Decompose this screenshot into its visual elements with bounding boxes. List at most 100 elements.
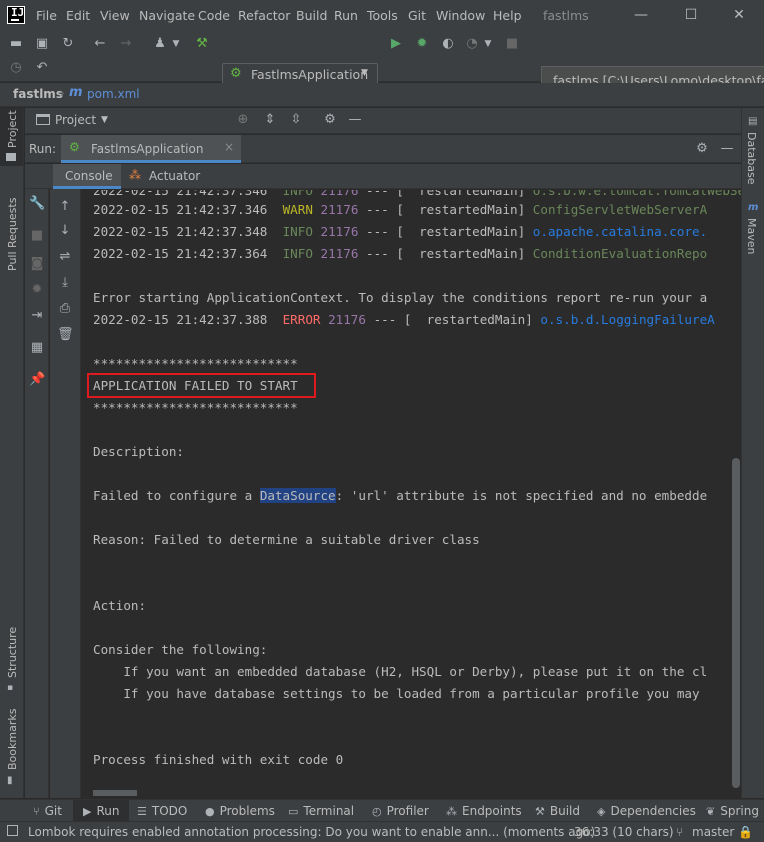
tool-tab-git[interactable]: ⑂ Git [33, 804, 62, 818]
console-tab-bar: Console ⁂ Actuator [25, 164, 741, 189]
tool-tab-run[interactable]: ▶ Run [83, 804, 119, 818]
toggle-panels-icon[interactable] [7, 825, 18, 836]
project-view-selector[interactable]: Project [55, 113, 96, 127]
stop-icon[interactable]: ■ [29, 228, 45, 244]
rollback-icon[interactable]: ↶ [34, 60, 50, 76]
menu-refactor[interactable]: Refactor [238, 8, 290, 23]
debug-bug-icon[interactable]: ✹ [29, 282, 45, 298]
breadcrumb-project[interactable]: fastlms [13, 87, 63, 101]
menu-edit[interactable]: Edit [66, 8, 90, 23]
layout-icon[interactable]: ▦ [29, 340, 45, 356]
menu-navigate[interactable]: Navigate [139, 8, 195, 23]
lock-icon[interactable]: 🔒 [738, 825, 753, 839]
profile-icon[interactable]: ◔ [464, 36, 480, 52]
back-icon[interactable]: ← [92, 36, 108, 52]
left-tool-stripe: Project Pull Requests Structure ▪ Bookma… [0, 108, 24, 798]
tool-tab-spring[interactable]: ❦ Spring [706, 804, 759, 818]
soft-wrap-icon[interactable]: ⇌ [57, 249, 73, 265]
structure-icon: ▪ [7, 683, 14, 693]
git-branch[interactable]: master [692, 825, 734, 839]
tool-tab-endpoints[interactable]: ⁂ Endpoints [446, 804, 522, 818]
save-icon[interactable]: ▣ [34, 36, 50, 52]
tab-fastlms-application[interactable]: ⚙ FastlmsApplication × [61, 135, 241, 163]
endpoints-icon: ⁂ [446, 805, 457, 818]
hide-panel-icon[interactable]: — [719, 141, 735, 157]
maven-stripe-button[interactable]: m Maven [742, 200, 764, 260]
tab-actuator[interactable]: Actuator [149, 169, 200, 183]
menu-help[interactable]: Help [493, 8, 522, 23]
exit-icon[interactable]: ⇥ [29, 308, 45, 324]
build-hammer-icon[interactable]: ⚒ [194, 36, 210, 52]
clear-all-icon[interactable]: 🗑 [57, 327, 74, 343]
menu-file[interactable]: File [36, 8, 57, 23]
action-label: Action: [93, 598, 147, 613]
more-run-dropdown-icon[interactable]: ▼ [480, 36, 496, 52]
settings-gear-icon[interactable]: ⚙ [694, 141, 710, 157]
user-icon[interactable]: ♟ [152, 36, 168, 52]
bookmark-icon: ▮ [7, 775, 13, 786]
spring-icon: ❦ [706, 805, 716, 818]
tool-tab-todo[interactable]: ☰ TODO [137, 804, 187, 818]
window-title: fastlms [543, 8, 589, 23]
run-icon[interactable]: ▶ [388, 36, 404, 52]
profiler-icon: ◴ [372, 805, 382, 818]
tool-tab-terminal[interactable]: ▭ Terminal [288, 804, 354, 818]
run-config-selector[interactable]: ⚙ FastlmsApplication ▼ [222, 63, 378, 85]
menu-window[interactable]: Window [436, 8, 485, 23]
menu-code[interactable]: Code [198, 8, 230, 23]
collapse-all-icon[interactable]: ⇳ [288, 112, 304, 128]
chevron-down-icon[interactable]: ▼ [101, 115, 108, 125]
menu-view[interactable]: View [100, 8, 130, 23]
horizontal-scrollbar[interactable] [93, 790, 137, 796]
menu-run[interactable]: Run [334, 8, 358, 23]
forward-icon[interactable]: → [118, 36, 134, 52]
history-icon[interactable]: ◷ [8, 60, 24, 76]
open-folder-icon[interactable]: ▬ [8, 36, 24, 52]
menu-build[interactable]: Build [296, 8, 327, 23]
structure-stripe-button[interactable]: Structure ▪ [0, 623, 23, 693]
scroll-up-icon[interactable]: ↑ [57, 199, 73, 215]
breadcrumb: fastlms › m pom.xml [0, 83, 764, 107]
status-message[interactable]: Lombok requires enabled annotation proce… [28, 825, 595, 839]
print-icon[interactable]: ⎙ [57, 301, 73, 317]
pin-icon[interactable]: 📌 [29, 372, 45, 388]
vertical-scrollbar[interactable] [732, 458, 740, 788]
menu-tools[interactable]: Tools [367, 8, 398, 23]
selected-text[interactable]: DataSource [259, 488, 336, 503]
tool-tab-dependencies[interactable]: ◈ Dependencies [597, 804, 696, 818]
coverage-icon[interactable]: ◐ [440, 36, 456, 52]
sync-icon[interactable]: ↻ [60, 36, 76, 52]
tool-tab-build[interactable]: ⚒ Build [535, 804, 580, 818]
console-output[interactable]: 2022-02-15 21:42:37.346 INFO 21176 --- [… [82, 190, 741, 798]
log-line: 2022-02-15 21:42:37.346 WARN 21176 --- [… [93, 202, 708, 217]
git-branch-icon: ⑂ [676, 825, 684, 839]
cursor-position[interactable]: 36:33 (10 chars) [574, 825, 674, 839]
tool-tab-problems[interactable]: ● Problems [205, 804, 275, 818]
settings-gear-icon[interactable]: ⚙ [322, 112, 338, 128]
scroll-to-end-icon[interactable]: ⤓ [57, 275, 73, 291]
close-tab-icon[interactable]: × [224, 140, 234, 154]
bookmarks-stripe-button[interactable]: Bookmarks ▮ [0, 708, 23, 793]
screenshot-icon[interactable]: ◙ [29, 256, 45, 272]
expand-all-icon[interactable]: ⇕ [262, 112, 278, 128]
debug-icon[interactable]: ✹ [414, 36, 430, 52]
user-dropdown-icon[interactable]: ▼ [168, 36, 184, 52]
tab-console[interactable]: Console [53, 164, 121, 189]
close-window-icon[interactable]: ✕ [728, 4, 750, 26]
hide-panel-icon[interactable]: — [347, 112, 363, 128]
menu-git[interactable]: Git [408, 8, 426, 23]
folder-icon [6, 153, 16, 161]
wrench-icon[interactable]: 🔧 [29, 196, 45, 212]
database-stripe-button[interactable]: ▤ Database [742, 112, 764, 188]
spring-boot-icon: ⚙ [69, 140, 80, 154]
maximize-icon[interactable]: ☐ [680, 4, 702, 26]
pull-requests-stripe-button[interactable]: Pull Requests [0, 183, 23, 283]
minimize-icon[interactable]: — [630, 4, 652, 26]
run-panel-header: Run: ⚙ FastlmsApplication × ⚙ — [25, 135, 741, 163]
project-stripe-button[interactable]: Project [0, 108, 23, 166]
stop-icon[interactable]: ■ [504, 36, 520, 52]
breadcrumb-file[interactable]: pom.xml [87, 87, 140, 101]
tool-tab-profiler[interactable]: ◴ Profiler [372, 804, 429, 818]
locate-icon[interactable]: ⊕ [235, 112, 251, 128]
scroll-down-icon[interactable]: ↓ [57, 223, 73, 239]
